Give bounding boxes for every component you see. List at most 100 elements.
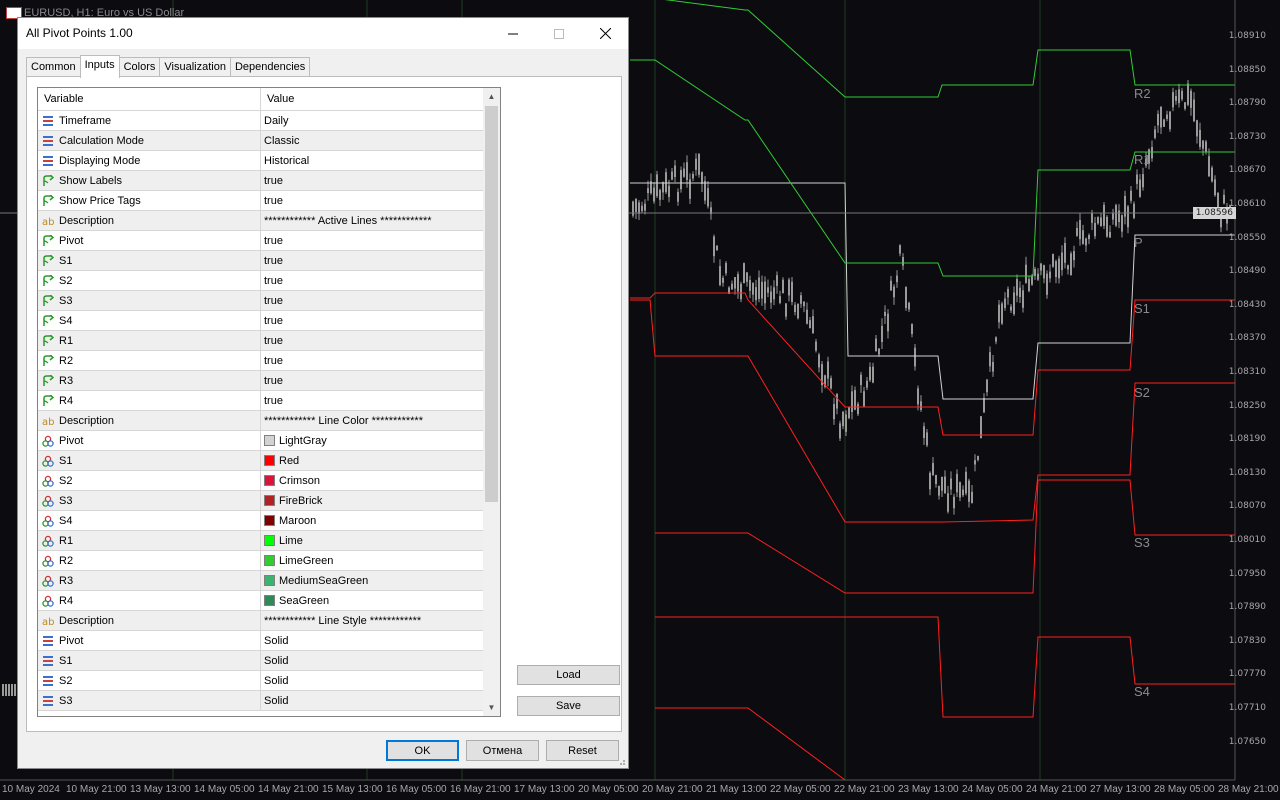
value-cell[interactable]: true [261, 351, 500, 370]
s2-line [630, 299, 1235, 523]
grid-row[interactable]: Pivot true [38, 231, 500, 251]
grid-row[interactable]: S3 FireBrick [38, 491, 500, 511]
reset-button[interactable]: Reset [546, 740, 619, 761]
price-axis-label: 1.08190 [1228, 434, 1266, 445]
color-swatch[interactable] [264, 535, 275, 546]
candle [2, 684, 4, 696]
value-cell[interactable]: true [261, 331, 500, 350]
grid-row[interactable]: R3 true [38, 371, 500, 391]
grid-row[interactable]: S1 Red [38, 451, 500, 471]
value-cell[interactable]: ************ Active Lines ************ [261, 211, 500, 230]
value-cell[interactable]: Crimson [261, 471, 500, 490]
value-cell[interactable]: true [261, 271, 500, 290]
grid-row[interactable]: S2 Solid [38, 671, 500, 691]
tab-colors[interactable]: Colors [118, 57, 161, 77]
load-button[interactable]: Load [517, 665, 620, 685]
value-cell[interactable]: Lime [261, 531, 500, 550]
value-cell[interactable]: ************ Line Style ************ [261, 611, 500, 630]
value-cell[interactable]: Historical [261, 151, 500, 170]
value-text: Lime [279, 534, 303, 547]
value-cell[interactable]: Solid [261, 691, 500, 710]
grid-row[interactable]: Pivot LightGray [38, 431, 500, 451]
save-button[interactable]: Save [517, 696, 620, 716]
grid-row[interactable]: Displaying Mode Historical [38, 151, 500, 171]
grid-row[interactable]: Show Labels true [38, 171, 500, 191]
grid-row[interactable]: S2 Crimson [38, 471, 500, 491]
grid-row[interactable]: R3 MediumSeaGreen [38, 571, 500, 591]
grid-row[interactable]: S2 true [38, 271, 500, 291]
value-cell[interactable]: true [261, 191, 500, 210]
cancel-button[interactable]: Отмена [466, 740, 539, 761]
tab-inputs[interactable]: Inputs [79, 55, 120, 78]
tab-dependencies[interactable]: Dependencies [229, 57, 311, 77]
grid-row[interactable]: R2 true [38, 351, 500, 371]
column-header-variable[interactable]: Variable [38, 88, 261, 110]
tab-common[interactable]: Common [26, 57, 81, 77]
value-text: Red [279, 454, 300, 467]
value-cell[interactable]: Solid [261, 631, 500, 650]
value-cell[interactable]: MediumSeaGreen [261, 571, 500, 590]
ok-button[interactable]: OK [386, 740, 459, 761]
value-cell[interactable]: true [261, 251, 500, 270]
grid-scrollbar[interactable]: ▲ ▼ [483, 88, 500, 716]
color-swatch[interactable] [264, 475, 275, 486]
variable-cell: R1 [38, 531, 261, 550]
grid-row[interactable]: S1 Solid [38, 651, 500, 671]
column-header-value[interactable]: Value [261, 88, 294, 110]
grid-row[interactable]: S4 Maroon [38, 511, 500, 531]
color-swatch[interactable] [264, 575, 275, 586]
dialog-titlebar[interactable]: All Pivot Points 1.00 [18, 18, 628, 49]
value-cell[interactable]: Daily [261, 111, 500, 130]
grid-row[interactable]: S3 Solid [38, 691, 500, 711]
maximize-button[interactable] [536, 18, 582, 49]
color-swatch[interactable] [264, 515, 275, 526]
value-cell[interactable]: true [261, 311, 500, 330]
value-cell[interactable]: LimeGreen [261, 551, 500, 570]
value-cell[interactable]: Solid [261, 651, 500, 670]
color-swatch[interactable] [264, 595, 275, 606]
grid-row[interactable]: R1 Lime [38, 531, 500, 551]
value-cell[interactable]: Solid [261, 671, 500, 690]
candle [14, 684, 16, 696]
grid-row[interactable]: ab Description ************ Line Color ***… [38, 411, 500, 431]
color-swatch[interactable] [264, 495, 275, 506]
scroll-thumb[interactable] [485, 106, 498, 502]
grid-row[interactable]: Pivot Solid [38, 631, 500, 651]
color-icon [42, 595, 54, 607]
value-cell[interactable]: true [261, 291, 500, 310]
grid-row[interactable]: Show Price Tags true [38, 191, 500, 211]
value-cell[interactable]: true [261, 231, 500, 250]
grid-row[interactable]: ab Description ************ Line Style ***… [38, 611, 500, 631]
value-cell[interactable]: Classic [261, 131, 500, 150]
scroll-down-icon[interactable]: ▼ [483, 699, 500, 716]
grid-row[interactable]: R4 true [38, 391, 500, 411]
grid-row[interactable]: R2 LimeGreen [38, 551, 500, 571]
value-cell[interactable]: Red [261, 451, 500, 470]
value-cell[interactable]: true [261, 391, 500, 410]
color-swatch[interactable] [264, 455, 275, 466]
resize-grip-icon[interactable] [618, 758, 626, 766]
value-cell[interactable]: FireBrick [261, 491, 500, 510]
grid-row[interactable]: ab Description ************ Active Lines *… [38, 211, 500, 231]
scroll-up-icon[interactable]: ▲ [483, 88, 500, 105]
grid-row[interactable]: Timeframe Daily [38, 111, 500, 131]
color-swatch[interactable] [264, 435, 275, 446]
color-swatch[interactable] [264, 555, 275, 566]
tab-visualization[interactable]: Visualization [159, 57, 231, 77]
grid-row[interactable]: R4 SeaGreen [38, 591, 500, 611]
grid-row[interactable]: S1 true [38, 251, 500, 271]
value-cell[interactable]: SeaGreen [261, 591, 500, 610]
value-cell[interactable]: true [261, 371, 500, 390]
value-cell[interactable]: LightGray [261, 431, 500, 450]
value-cell[interactable]: ************ Line Color ************ [261, 411, 500, 430]
value-text: Maroon [279, 514, 317, 527]
variable-name: S1 [59, 654, 73, 667]
grid-row[interactable]: S4 true [38, 311, 500, 331]
value-cell[interactable]: true [261, 171, 500, 190]
grid-row[interactable]: S3 true [38, 291, 500, 311]
grid-row[interactable]: R1 true [38, 331, 500, 351]
minimize-button[interactable] [490, 18, 536, 49]
value-cell[interactable]: Maroon [261, 511, 500, 530]
close-button[interactable] [582, 18, 628, 49]
grid-row[interactable]: Calculation Mode Classic [38, 131, 500, 151]
